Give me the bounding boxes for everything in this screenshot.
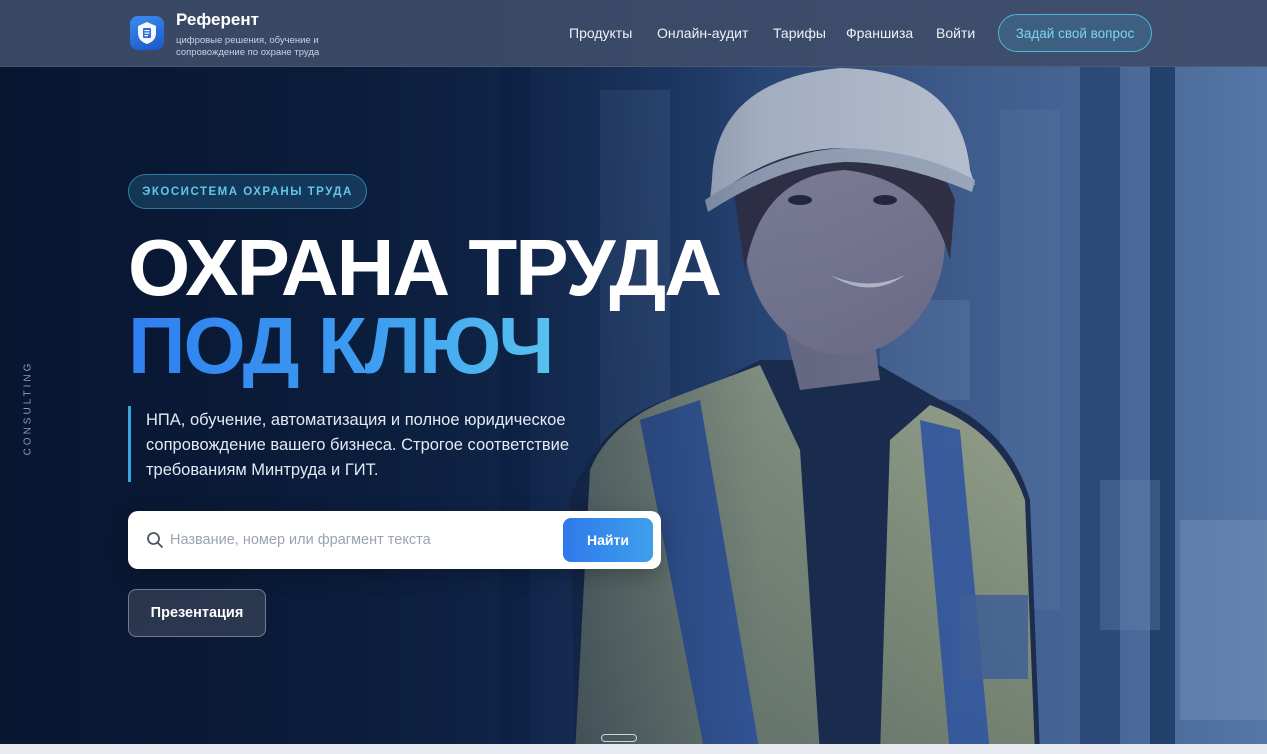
next-section-edge bbox=[0, 744, 1267, 754]
description-accent-bar bbox=[128, 406, 131, 482]
hero-description: НПА, обучение, автоматизация и полное юр… bbox=[146, 411, 570, 479]
nav-item-pricing[interactable]: Тарифы bbox=[773, 25, 826, 43]
site-header: Референт цифровые решения, обучение и со… bbox=[0, 0, 1267, 67]
scroll-indicator[interactable] bbox=[601, 734, 637, 742]
ask-question-button[interactable]: Задай свой вопрос bbox=[998, 14, 1152, 52]
hero-title-line2: ПОД КЛЮЧ bbox=[128, 301, 555, 390]
shield-document-icon[interactable] bbox=[130, 16, 164, 50]
nav-item-franchise[interactable]: Франшиза bbox=[846, 25, 913, 43]
side-label: CONSULTING bbox=[22, 360, 34, 456]
nav-item-products[interactable]: Продукты bbox=[569, 25, 632, 43]
search-button[interactable]: Найти bbox=[563, 518, 653, 562]
hero-title-line1: ОХРАНА ТРУДА bbox=[128, 223, 722, 312]
nav-item-online-audit[interactable]: Онлайн-аудит bbox=[657, 25, 748, 43]
nav-item-login[interactable]: Войти bbox=[936, 25, 975, 43]
search-icon bbox=[147, 532, 163, 548]
search-input[interactable] bbox=[170, 524, 550, 556]
eyebrow-badge: ЭКОСИСТЕМА ОХРАНЫ ТРУДА bbox=[128, 174, 367, 209]
presentation-button[interactable]: Презентация bbox=[128, 589, 266, 637]
brand-name[interactable]: Референт bbox=[176, 10, 259, 30]
brand-tagline: цифровые решения, обучение и сопровожден… bbox=[176, 35, 320, 58]
